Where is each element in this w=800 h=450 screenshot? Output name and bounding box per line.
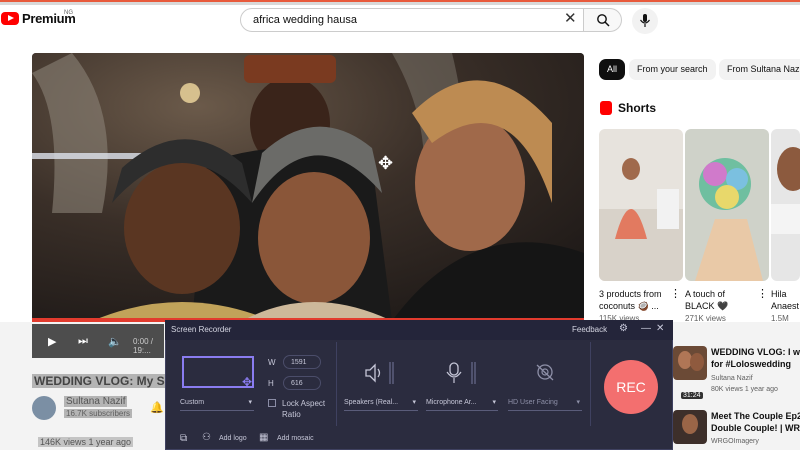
rec-button[interactable]: REC (604, 360, 658, 414)
height-input[interactable]: 616 (283, 376, 321, 390)
related-2-title-line1[interactable]: Meet The Couple Ep2: (711, 411, 800, 422)
video-frame-image (32, 53, 584, 321)
page-progress-bar (0, 0, 800, 2)
webcam-off-icon[interactable] (534, 362, 556, 384)
more-vert-icon[interactable]: ⋮ (670, 287, 681, 300)
chevron-down-icon: ▾ (412, 399, 416, 406)
add-mosaic-label[interactable]: Add mosaic (277, 435, 314, 442)
microphone-dropdown[interactable]: Microphone Ar... ▾ (426, 396, 498, 411)
webcam-dropdown[interactable]: HD User Facing ▾ (508, 396, 582, 411)
chevron-down-icon: ▾ (248, 399, 252, 406)
short-thumbnail-2[interactable] (685, 129, 769, 281)
speakers-value: Speakers (Real... (344, 399, 399, 406)
video-views-date: 146K views 1 year ago (38, 437, 134, 447)
search-box (240, 8, 584, 32)
microphone-value: Microphone Ar... (426, 399, 477, 406)
search-icon (597, 14, 610, 27)
microphone-icon[interactable] (446, 362, 462, 384)
speakers-dropdown[interactable]: Speakers (Real... ▾ (344, 396, 418, 411)
channel-avatar[interactable] (32, 396, 56, 420)
related-1-title-line1[interactable]: WEDDING VLOG: I wer (711, 347, 800, 358)
search-input[interactable] (251, 13, 555, 27)
webcam-value: HD User Facing (508, 399, 558, 406)
related-1-channel[interactable]: Sultana Nazif (711, 375, 753, 382)
related-2-title-line2[interactable]: Double Couple! | WRG (711, 423, 800, 434)
short-thumbnail-3[interactable] (771, 129, 800, 281)
short-1-title-line2[interactable]: coconuts 🥥 ... (599, 300, 659, 312)
related-thumbnail-2[interactable] (673, 410, 707, 444)
minimize-icon[interactable]: — (641, 323, 651, 334)
width-input[interactable]: 1591 (283, 355, 321, 369)
width-label: W (268, 358, 276, 367)
feedback-link[interactable]: Feedback (572, 325, 607, 334)
country-code: NG (64, 10, 73, 16)
close-icon[interactable]: ✕ (564, 11, 577, 27)
divider (590, 342, 591, 426)
chip-from-your-search[interactable]: From your search (629, 59, 716, 80)
short-3-title-line2[interactable]: Anaest (771, 300, 799, 312)
search-button[interactable] (584, 8, 622, 32)
chevron-down-icon: ▾ (576, 399, 580, 406)
shorts-icon (600, 101, 612, 115)
move-cursor-icon: ✥ (378, 153, 394, 173)
recorder-title: Screen Recorder (171, 325, 232, 334)
next-icon[interactable]: ⏭ (78, 335, 88, 348)
short-thumbnail-1[interactable] (599, 129, 683, 281)
height-label: H (268, 379, 274, 388)
video-player[interactable]: ✥ (32, 53, 584, 321)
speaker-level-meter (389, 362, 394, 384)
short-1-title-line1[interactable]: 3 products from (599, 288, 662, 300)
add-logo-label[interactable]: Add logo (219, 435, 247, 442)
short-2-title-line1[interactable]: A touch of (685, 288, 725, 300)
time-display: 0:00 / 19:... (133, 337, 154, 355)
subscriber-count: 16.7K subscribers (64, 409, 133, 418)
size-mode-value: Custom (180, 399, 205, 406)
speaker-icon[interactable] (364, 362, 386, 384)
move-icon[interactable]: ✥ (242, 375, 252, 389)
related-1-duration: 31:24 (681, 392, 703, 399)
settings-icon[interactable]: ⚙ (619, 323, 628, 334)
more-vert-icon[interactable]: ⋮ (757, 287, 768, 300)
mosaic-icon[interactable]: ▦ (259, 432, 268, 443)
snapshot-icon[interactable]: ⧉ (180, 433, 187, 444)
play-icon[interactable]: ▶ (48, 335, 56, 348)
youtube-logo-icon[interactable] (1, 12, 19, 25)
volume-icon[interactable]: 🔈 (108, 335, 122, 348)
short-3-title-line1[interactable]: Hila (771, 288, 787, 300)
lock-aspect-label: Lock Aspect Ratio (282, 399, 326, 419)
chip-from-channel[interactable]: From Sultana Nazi (719, 59, 800, 80)
chevron-down-icon: ▾ (492, 399, 496, 406)
channel-name[interactable]: Sultana Nazif (64, 396, 128, 407)
short-2-title-line2[interactable]: BLACK 🖤 (685, 300, 728, 312)
shorts-heading: Shorts (618, 101, 657, 115)
video-title: WEDDING VLOG: My Su (32, 374, 174, 388)
related-thumbnail-1[interactable] (673, 346, 707, 380)
bell-icon[interactable]: 🔔 (150, 401, 164, 414)
user-icon[interactable]: ⚇ (202, 432, 211, 443)
voice-search-button[interactable] (632, 8, 658, 34)
microphone-level-meter (471, 362, 476, 384)
lock-aspect-checkbox[interactable] (268, 399, 276, 407)
mic-icon (640, 14, 650, 27)
related-1-meta: 80K views 1 year ago (711, 386, 778, 393)
close-icon[interactable]: ✕ (656, 323, 664, 334)
related-1-title-line2[interactable]: for #Loloswedding (711, 359, 800, 370)
related-2-channel[interactable]: WRGOImagery (711, 438, 759, 445)
player-controls: ▶ ⏭ 🔈 0:00 / 19:... (32, 324, 164, 358)
divider (336, 342, 337, 426)
size-mode-dropdown[interactable]: Custom ▾ (180, 396, 254, 411)
chip-all[interactable]: All (599, 59, 626, 80)
